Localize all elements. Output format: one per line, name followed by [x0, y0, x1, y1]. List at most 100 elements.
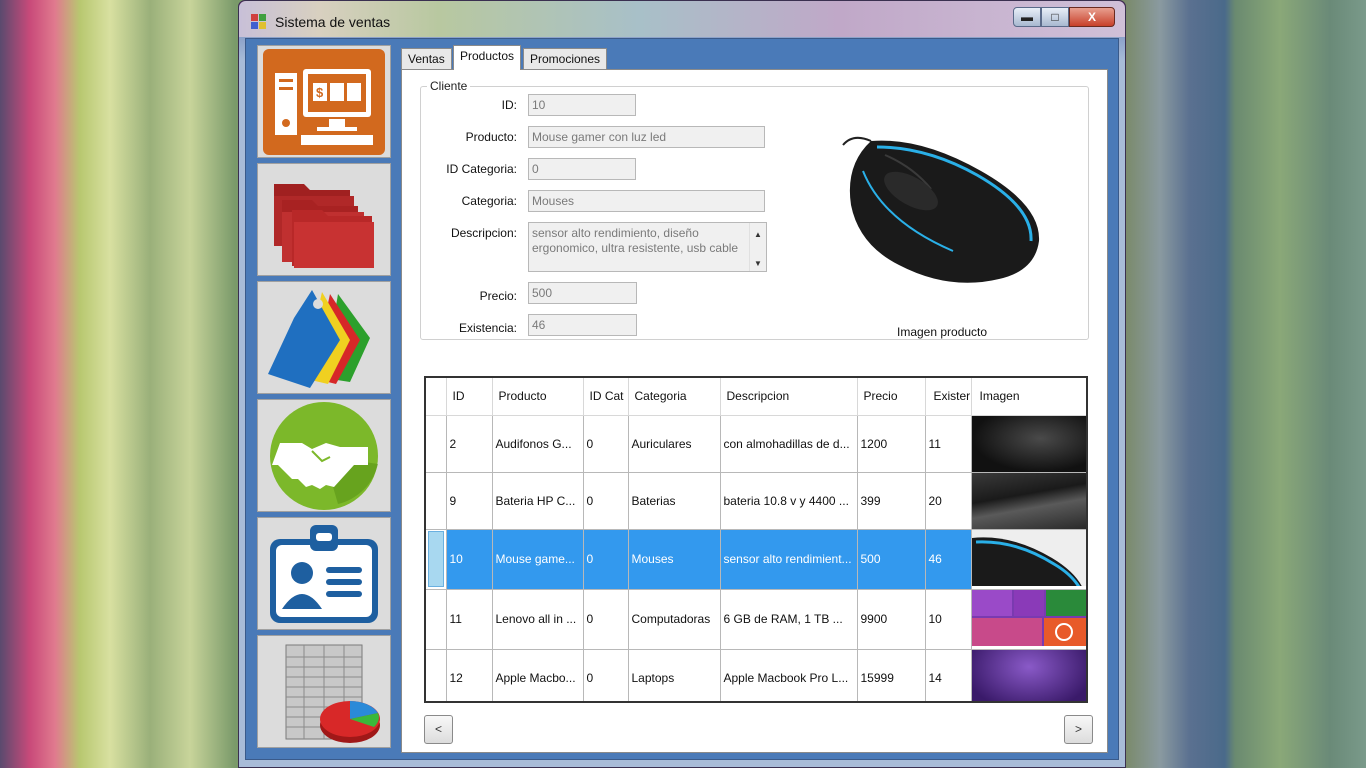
producto-field[interactable]: Mouse gamer con luz led: [528, 126, 765, 148]
categoria-field[interactable]: Mouses: [528, 190, 765, 212]
title-bar: Sistema de ventas ▬ □ X: [239, 1, 1125, 37]
productos-grid[interactable]: ID Producto ID Cat Categoria Descripcion…: [424, 376, 1088, 703]
windows-tiles-thumbnail: [971, 589, 1085, 646]
cell-categoria[interactable]: Mouses: [628, 529, 721, 590]
close-button[interactable]: X: [1069, 7, 1115, 27]
column-header-producto[interactable]: Producto: [492, 378, 584, 416]
next-button[interactable]: >: [1064, 715, 1093, 744]
sidebar-item-carpetas[interactable]: [257, 163, 391, 276]
column-header-precio[interactable]: Precio: [857, 378, 926, 416]
sidebar-item-clientes[interactable]: [257, 399, 391, 512]
battery-thumbnail: [971, 472, 1085, 528]
cell-id[interactable]: 9: [446, 472, 493, 530]
cell-producto[interactable]: Audifonos G...: [492, 415, 584, 473]
cell-descripcion[interactable]: Apple Macbook Pro L...: [720, 649, 858, 701]
cell-categoria[interactable]: Computadoras: [628, 589, 721, 650]
sidebar-item-ventas[interactable]: $: [257, 45, 391, 158]
table-row-selected[interactable]: 10 Mouse game... 0 Mouses sensor alto re…: [426, 529, 1086, 590]
cell-precio[interactable]: 399: [857, 472, 926, 530]
cell-precio[interactable]: 500: [857, 529, 926, 590]
id-badge-icon: [270, 524, 378, 623]
cell-idcat[interactable]: 0: [583, 649, 629, 701]
point-of-sale-computer-icon: $: [263, 48, 385, 155]
cell-existencia[interactable]: 14: [925, 649, 972, 701]
headphones-thumbnail: [971, 415, 1085, 471]
tab-control: Ventas Productos Promociones Cliente ID:…: [401, 44, 1113, 756]
column-header-categoria[interactable]: Categoria: [628, 378, 721, 416]
svg-text:$: $: [316, 85, 324, 100]
sidebar-item-reportes[interactable]: [257, 635, 391, 748]
cell-id[interactable]: 11: [446, 589, 493, 650]
row-header[interactable]: [426, 415, 447, 473]
minimize-button[interactable]: ▬: [1013, 7, 1041, 27]
cell-precio[interactable]: 1200: [857, 415, 926, 473]
prev-button[interactable]: <: [424, 715, 453, 744]
sidebar-item-empleados[interactable]: [257, 517, 391, 630]
cell-imagen[interactable]: [971, 649, 1086, 701]
cell-idcat[interactable]: 0: [583, 589, 629, 650]
cell-producto[interactable]: Apple Macbo...: [492, 649, 584, 701]
group-title: Cliente: [427, 79, 471, 93]
cell-existencia[interactable]: 46: [925, 529, 972, 590]
descripcion-label: Descripcion:: [450, 226, 517, 240]
existencia-field[interactable]: 46: [528, 314, 637, 336]
cell-id[interactable]: 2: [446, 415, 493, 473]
tab-promociones[interactable]: Promociones: [523, 48, 608, 70]
table-row[interactable]: 2 Audifonos G... 0 Auriculares con almoh…: [426, 415, 1086, 473]
cell-imagen[interactable]: [971, 589, 1086, 650]
folders-icon: [274, 183, 374, 268]
cell-idcat[interactable]: 0: [583, 415, 629, 473]
cell-precio[interactable]: 9900: [857, 589, 926, 650]
maximize-button[interactable]: □: [1041, 7, 1069, 27]
cell-existencia[interactable]: 20: [925, 472, 972, 530]
row-header[interactable]: [426, 529, 447, 590]
column-header-imagen[interactable]: Imagen: [971, 378, 1086, 416]
column-header-id[interactable]: ID: [446, 378, 493, 416]
id-field[interactable]: 10: [528, 94, 636, 116]
cell-imagen[interactable]: [971, 529, 1086, 590]
cell-idcat[interactable]: 0: [583, 529, 629, 590]
cell-producto[interactable]: Mouse game...: [492, 529, 584, 590]
productos-panel: Cliente ID: 10 Producto: Mouse gamer con…: [401, 69, 1108, 753]
cell-imagen[interactable]: [971, 472, 1086, 530]
precio-field[interactable]: 500: [528, 282, 637, 304]
scroll-up-icon[interactable]: ▲: [750, 227, 766, 242]
cell-categoria[interactable]: Laptops: [628, 649, 721, 701]
cell-id[interactable]: 10: [446, 529, 493, 590]
tab-productos[interactable]: Productos: [453, 45, 522, 70]
row-header[interactable]: [426, 472, 447, 530]
cell-descripcion[interactable]: bateria 10.8 v y 4400 ...: [720, 472, 858, 530]
descripcion-text: sensor alto rendimiento, diseño ergonomi…: [532, 226, 739, 255]
row-header[interactable]: [426, 649, 447, 701]
handshake-icon: [270, 401, 378, 510]
cell-descripcion[interactable]: sensor alto rendimient...: [720, 529, 858, 590]
row-header[interactable]: [426, 589, 447, 650]
cell-descripcion[interactable]: 6 GB de RAM, 1 TB ...: [720, 589, 858, 650]
cell-existencia[interactable]: 10: [925, 589, 972, 650]
descripcion-scrollbar[interactable]: ▲ ▼: [749, 223, 766, 271]
row-header-corner: [426, 378, 447, 416]
column-header-idcat[interactable]: ID Cat: [583, 378, 629, 416]
cell-categoria[interactable]: Baterias: [628, 472, 721, 530]
column-header-descripcion[interactable]: Descripcion: [720, 378, 858, 416]
cell-imagen[interactable]: [971, 415, 1086, 473]
cell-descripcion[interactable]: con almohadillas de d...: [720, 415, 858, 473]
sidebar-item-etiquetas[interactable]: [257, 281, 391, 394]
table-row[interactable]: 9 Bateria HP C... 0 Baterias bateria 10.…: [426, 472, 1086, 530]
app-icon: [251, 14, 267, 30]
descripcion-field[interactable]: sensor alto rendimiento, diseño ergonomi…: [528, 222, 767, 272]
cell-categoria[interactable]: Auriculares: [628, 415, 721, 473]
table-row[interactable]: 11 Lenovo all in ... 0 Computadoras 6 GB…: [426, 589, 1086, 650]
cell-producto[interactable]: Bateria HP C...: [492, 472, 584, 530]
column-header-existencia[interactable]: Exister: [925, 378, 972, 416]
scroll-down-icon[interactable]: ▼: [750, 256, 766, 271]
cell-id[interactable]: 12: [446, 649, 493, 701]
macbook-thumbnail: [971, 649, 1085, 701]
idcat-field[interactable]: 0: [528, 158, 636, 180]
cell-producto[interactable]: Lenovo all in ...: [492, 589, 584, 650]
cell-precio[interactable]: 15999: [857, 649, 926, 701]
cell-idcat[interactable]: 0: [583, 472, 629, 530]
table-row[interactable]: 12 Apple Macbo... 0 Laptops Apple Macboo…: [426, 649, 1086, 701]
tab-ventas[interactable]: Ventas: [401, 48, 452, 70]
cell-existencia[interactable]: 11: [925, 415, 972, 473]
